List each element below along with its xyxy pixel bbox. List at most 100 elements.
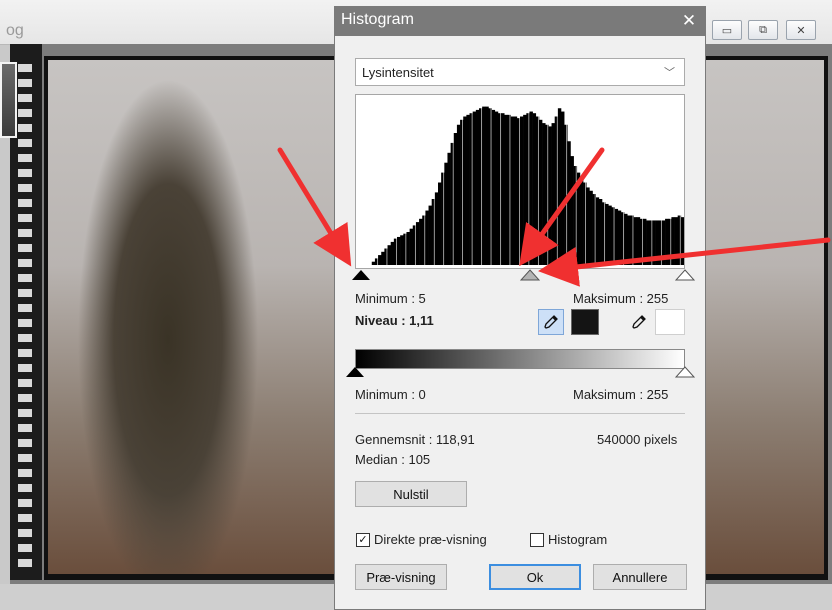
histogram-bar	[447, 152, 451, 265]
histogram-bar	[592, 194, 596, 265]
white-point-pipette-button[interactable]	[626, 309, 652, 335]
window-close-button[interactable]: ✕	[786, 20, 816, 40]
histogram-bar	[526, 113, 530, 265]
histogram-bar	[381, 251, 385, 265]
preview-button[interactable]: Præ-visning	[355, 564, 447, 590]
histogram-bar	[438, 182, 442, 265]
histogram-bar	[456, 124, 461, 265]
histogram-gap	[556, 95, 558, 268]
pixel-count-label: 540000 pixels	[597, 432, 678, 447]
histogram-bar	[532, 113, 537, 265]
histogram-bar	[504, 114, 508, 265]
histogram-bar	[425, 210, 429, 265]
histogram-gap	[414, 95, 416, 268]
histogram-bar	[602, 202, 606, 265]
histogram-bar	[595, 197, 600, 265]
input-max-slider-handle[interactable]	[675, 269, 695, 281]
histogram-bar	[485, 106, 489, 265]
histogram-bar	[548, 126, 552, 266]
dialog-title: Histogram	[341, 11, 414, 28]
histogram-bar	[576, 172, 581, 265]
histogram-bar	[661, 220, 666, 265]
black-point-swatch	[571, 309, 599, 335]
histogram-bar	[598, 199, 603, 265]
median-label: Median : 105	[355, 452, 431, 467]
histogram-bar	[627, 215, 631, 265]
histogram-bar	[589, 190, 593, 265]
output-gradient-bar	[355, 349, 685, 369]
histogram-bar	[671, 217, 675, 265]
histogram-checkbox[interactable]	[530, 533, 544, 547]
histogram-chart	[355, 94, 685, 269]
histogram-bar	[497, 113, 502, 265]
thumbnail[interactable]	[0, 62, 17, 138]
input-minimum-label: Minimum : 5	[355, 291, 426, 306]
histogram-gap	[670, 95, 672, 268]
eyedropper-icon	[632, 315, 646, 329]
direct-preview-label[interactable]: Direkte præ-visning	[374, 532, 487, 547]
histogram-bar	[494, 111, 499, 265]
histogram-bar	[516, 118, 521, 266]
histogram-bar	[469, 113, 473, 265]
direct-preview-checkbox[interactable]: ✓	[356, 533, 370, 547]
histogram-bar	[680, 217, 684, 265]
histogram-bar	[501, 113, 505, 265]
minimize-button[interactable]: ▭	[712, 20, 742, 40]
ok-button[interactable]: Ok	[489, 564, 581, 590]
histogram-bar	[573, 166, 578, 265]
histogram-bar	[668, 218, 672, 265]
histogram-bar	[434, 192, 439, 265]
histogram-bar	[403, 233, 407, 265]
dialog-close-button[interactable]: ✕	[675, 8, 703, 34]
histogram-bar	[460, 119, 464, 265]
restore-button[interactable]: ⧉	[748, 20, 778, 40]
histogram-checkbox-label[interactable]: Histogram	[548, 532, 607, 547]
histogram-bar	[444, 162, 448, 265]
histogram-bar	[520, 116, 524, 265]
histogram-bar	[545, 124, 549, 265]
histogram-bar	[513, 116, 518, 265]
histogram-bar	[567, 141, 571, 265]
input-min-slider-handle[interactable]	[352, 270, 371, 280]
histogram-bar	[677, 215, 682, 265]
histogram-bar	[655, 220, 660, 265]
histogram-gap	[679, 95, 681, 268]
histogram-bar	[419, 218, 423, 265]
restore-icon: ⧉	[759, 23, 767, 36]
channel-select[interactable]: Lysintensitet ﹀	[355, 58, 685, 86]
histogram-gap	[462, 95, 463, 268]
output-min-slider-handle[interactable]	[346, 367, 364, 377]
black-point-pipette-button[interactable]	[538, 309, 564, 335]
histogram-gap	[452, 95, 454, 268]
histogram-bar	[579, 177, 584, 265]
histogram-bar	[665, 218, 669, 265]
reset-button[interactable]: Nulstil	[355, 481, 467, 507]
histogram-gap	[604, 95, 605, 268]
histogram-bar	[428, 205, 432, 265]
cancel-button[interactable]: Annullere	[593, 564, 687, 590]
input-mid-slider-handle[interactable]	[519, 269, 540, 281]
histogram-bar	[535, 116, 540, 265]
histogram-bar	[529, 111, 533, 265]
chevron-down-icon: ﹀	[664, 67, 675, 79]
histogram-gap	[519, 95, 520, 268]
histogram-gap	[386, 95, 388, 268]
histogram-bar	[557, 108, 562, 265]
histogram-bar	[466, 114, 470, 265]
histogram-gap	[377, 95, 378, 268]
histogram-gap	[660, 95, 662, 268]
input-maximum-label: Maksimum : 255	[573, 291, 669, 306]
histogram-gap	[433, 95, 435, 268]
histogram-gap	[651, 95, 653, 268]
histogram-gap	[547, 95, 549, 268]
histogram-gap	[471, 95, 473, 268]
histogram-gap	[632, 95, 634, 268]
histogram-bar	[617, 210, 622, 265]
histogram-bar	[422, 215, 426, 265]
histogram-bar	[397, 236, 401, 265]
histogram-bar	[409, 228, 414, 265]
histogram-bar	[378, 255, 382, 265]
histogram-bar	[415, 222, 420, 265]
output-max-slider-handle[interactable]	[675, 366, 695, 378]
histogram-gap	[528, 95, 530, 268]
